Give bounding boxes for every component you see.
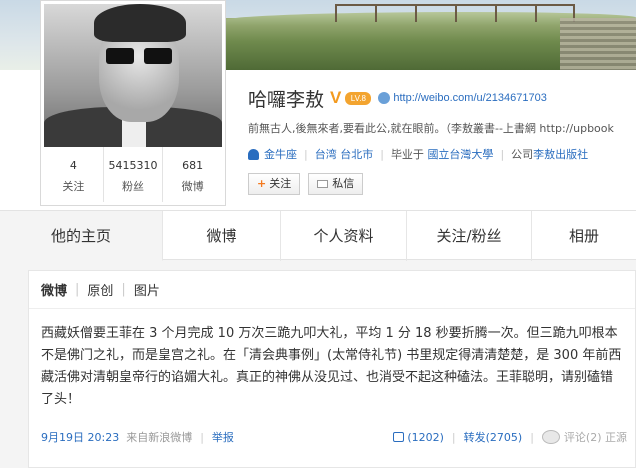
tab-follows-fans[interactable]: 关注/粉丝 xyxy=(407,211,532,261)
post-time-link[interactable]: 9月19日 20:23 xyxy=(41,429,119,445)
profile-card: 4 关注 5415310 粉丝 681 微博 哈囉李敖 V LV.8 http:… xyxy=(0,0,636,210)
avatar-card: 4 关注 5415310 粉丝 681 微博 xyxy=(40,0,226,206)
profile-tabs: 他的主页 微博 个人资料 关注/粉丝 相册 xyxy=(0,210,636,261)
cover-fence xyxy=(335,4,575,22)
company-link[interactable]: 李敖出版社 xyxy=(533,146,588,162)
report-link[interactable]: 举报 xyxy=(212,429,234,445)
profile-bio: 前無古人,後無來者,要看此公,就在眼前。（李敖叢書--上書網 http://up… xyxy=(248,122,614,135)
tab-album[interactable]: 相册 xyxy=(532,211,636,261)
post-source: 来自新浪微博 xyxy=(126,431,193,444)
subtab-original[interactable]: 原创 xyxy=(87,280,113,299)
like-icon[interactable] xyxy=(393,432,405,442)
post-text: 西藏妖僧要王菲在 3 个月完成 10 万次三跪九叩大礼，平均 1 分 18 秒要… xyxy=(41,326,622,407)
feed-subtabs: 微博 | 原创 | 图片 xyxy=(29,271,635,309)
tab-profile-info[interactable]: 个人资料 xyxy=(281,211,407,261)
verified-icon[interactable]: V xyxy=(330,88,341,108)
stat-posts[interactable]: 681 微博 xyxy=(163,147,222,202)
message-button[interactable]: 私信 xyxy=(308,173,364,195)
tab-weibo[interactable]: 微博 xyxy=(163,211,281,261)
link-icon xyxy=(378,92,391,104)
profile-url-link[interactable]: http://weibo.com/u/2134671703 xyxy=(378,92,547,104)
profile-actions: + 关注 私信 xyxy=(248,173,371,195)
like-count[interactable]: (1202) xyxy=(407,431,444,444)
avatar[interactable] xyxy=(44,4,222,147)
level-badge[interactable]: LV.8 xyxy=(345,91,372,105)
post-actions: (1202) | 转发(2705) | 评论(2) 正源 xyxy=(393,429,627,445)
cover-stairs xyxy=(560,18,636,70)
follow-button[interactable]: + 关注 xyxy=(248,173,301,195)
location-link[interactable]: 台湾 台北市 xyxy=(315,146,374,162)
profile-name-row: 哈囉李敖 V LV.8 http://weibo.com/u/213467170… xyxy=(248,86,547,111)
school-link[interactable]: 國立台灣大學 xyxy=(427,146,493,162)
wechat-icon xyxy=(541,430,560,444)
tab-home[interactable]: 他的主页 xyxy=(0,211,163,261)
mail-icon xyxy=(317,180,329,188)
subtab-weibo[interactable]: 微博 xyxy=(41,280,67,299)
feed-panel: 微博 | 原创 | 图片 西藏妖僧要王菲在 3 个月完成 10 万次三跪九叩大礼… xyxy=(28,270,636,468)
zodiac-link[interactable]: 金牛座 xyxy=(264,146,297,162)
profile-info: 金牛座 | 台湾 台北市 | 毕业于 國立台灣大學 | 公司 李敖出版社 xyxy=(248,146,588,162)
comment-link[interactable]: 评论(2) xyxy=(564,429,602,445)
stat-following[interactable]: 4 关注 xyxy=(44,147,104,202)
repost-link[interactable]: 转发(2705) xyxy=(464,429,523,445)
person-icon xyxy=(248,148,259,160)
profile-stats: 4 关注 5415310 粉丝 681 微博 xyxy=(44,147,222,202)
profile-name: 哈囉李敖 xyxy=(248,88,325,111)
plus-icon: + xyxy=(257,177,267,190)
subtab-images[interactable]: 图片 xyxy=(134,280,160,299)
stat-followers[interactable]: 5415310 粉丝 xyxy=(104,147,164,202)
watermark-text: 正源 xyxy=(605,431,627,444)
post-meta: 9月19日 20:23 来自新浪微博 | 举报 (1202) | 转发(2705… xyxy=(41,429,627,445)
